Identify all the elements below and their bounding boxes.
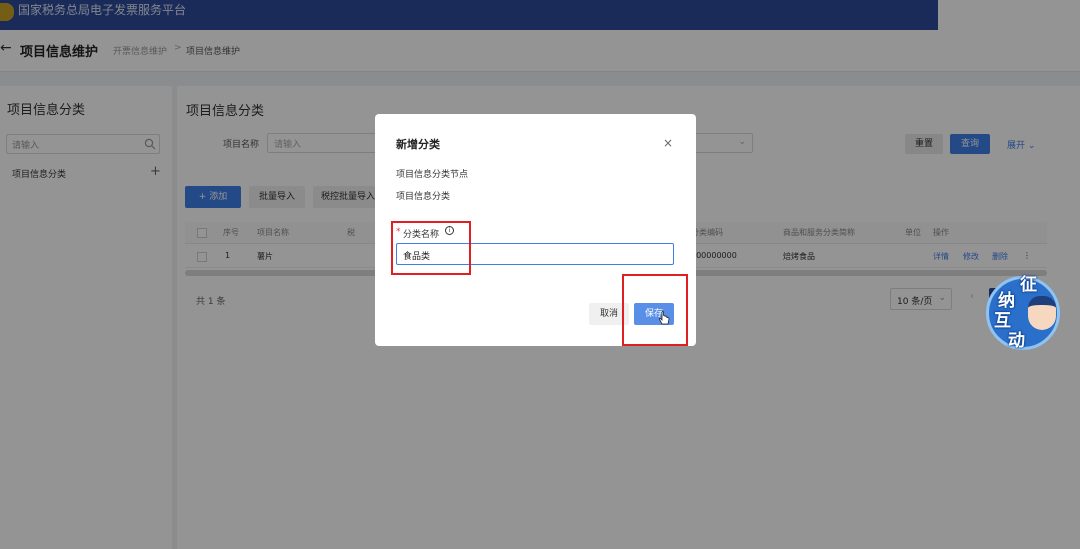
- badge-char: 动: [1008, 331, 1025, 351]
- officer-avatar-icon: [1028, 296, 1056, 330]
- field-highlight-box: [391, 221, 471, 275]
- parent-node-label: 项目信息分类节点: [396, 170, 469, 180]
- save-highlight-box: [622, 274, 688, 346]
- badge-char: 征: [1020, 275, 1037, 295]
- assistant-badge[interactable]: 征 纳 互 动: [978, 270, 1080, 354]
- close-icon[interactable]: ×: [663, 136, 673, 150]
- dialog-title: 新增分类: [396, 138, 440, 151]
- parent-node-value: 项目信息分类: [396, 192, 451, 202]
